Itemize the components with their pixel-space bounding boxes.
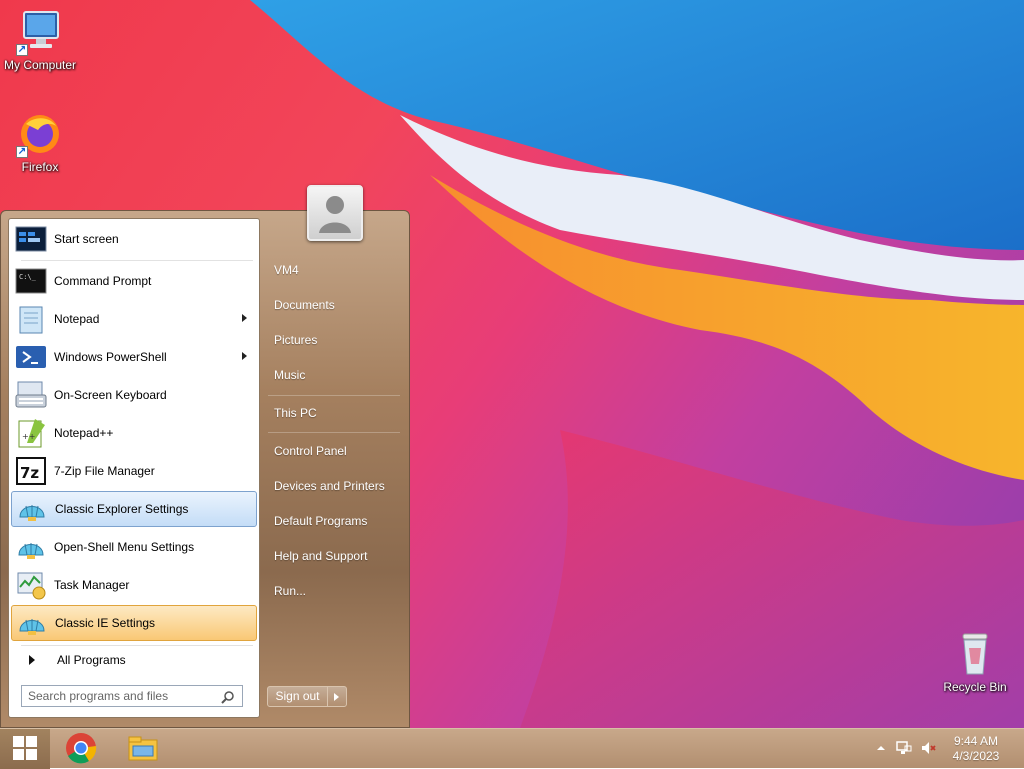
link-documents[interactable]: Documents bbox=[262, 290, 402, 320]
program-label: Windows PowerShell bbox=[54, 350, 167, 364]
separator bbox=[21, 260, 253, 261]
submenu-arrow-icon bbox=[242, 352, 247, 360]
link-music[interactable]: Music bbox=[262, 360, 402, 390]
shortcut-arrow-icon: ↗ bbox=[16, 44, 28, 56]
network-icon[interactable] bbox=[896, 740, 912, 759]
program-label: Classic Explorer Settings bbox=[55, 502, 189, 516]
notepad-plus-plus-icon: ++ bbox=[15, 417, 47, 449]
link-run[interactable]: Run... bbox=[262, 576, 402, 606]
powershell-icon bbox=[15, 341, 47, 373]
desktop-icon-label: Firefox bbox=[21, 160, 59, 174]
start-menu-program-list: Start screen C:\_ Command Prompt Notepad… bbox=[8, 218, 260, 718]
program-label: Notepad bbox=[54, 312, 100, 326]
separator bbox=[268, 432, 400, 433]
program-on-screen-keyboard[interactable]: On-Screen Keyboard bbox=[11, 377, 257, 413]
taskbar: 9:44 AM 4/3/2023 bbox=[0, 728, 1024, 769]
sign-out-label: Sign out bbox=[268, 687, 328, 706]
all-programs-label: All Programs bbox=[57, 653, 126, 667]
user-avatar-icon[interactable] bbox=[307, 185, 363, 241]
computer-icon: ↗ bbox=[16, 8, 64, 56]
start-button[interactable] bbox=[0, 729, 50, 769]
program-label: On-Screen Keyboard bbox=[54, 388, 167, 402]
shortcut-arrow-icon: ↗ bbox=[16, 146, 28, 158]
program-label: Command Prompt bbox=[54, 274, 152, 288]
task-manager-icon bbox=[15, 569, 47, 601]
firefox-icon: ↗ bbox=[16, 110, 64, 158]
separator bbox=[21, 645, 253, 646]
program-classic-ie-settings[interactable]: Classic IE Settings bbox=[11, 605, 257, 641]
link-pictures[interactable]: Pictures bbox=[262, 325, 402, 355]
link-user-folder[interactable]: VM4 bbox=[262, 255, 402, 285]
expand-arrow-icon bbox=[29, 655, 35, 665]
program-command-prompt[interactable]: C:\_ Command Prompt bbox=[11, 263, 257, 299]
program-label: 7-Zip File Manager bbox=[54, 464, 155, 478]
link-this-pc[interactable]: This PC bbox=[262, 398, 402, 428]
svg-text:C:\_: C:\_ bbox=[19, 273, 37, 281]
program-start-screen[interactable]: Start screen bbox=[11, 221, 257, 257]
svg-text:7z: 7z bbox=[20, 464, 39, 482]
program-open-shell-menu-settings[interactable]: Open-Shell Menu Settings bbox=[11, 529, 257, 565]
search-input[interactable] bbox=[21, 685, 243, 707]
link-default-programs[interactable]: Default Programs bbox=[262, 506, 402, 536]
taskbar-chrome-button[interactable] bbox=[56, 729, 106, 769]
sign-out-button[interactable]: Sign out bbox=[267, 686, 347, 707]
7zip-icon: 7z bbox=[15, 455, 47, 487]
shutdown-options-arrow-icon[interactable] bbox=[328, 687, 346, 706]
submenu-arrow-icon bbox=[242, 314, 247, 322]
program-notepad[interactable]: Notepad bbox=[11, 301, 257, 337]
shell-icon bbox=[16, 607, 48, 639]
program-label: Classic IE Settings bbox=[55, 616, 156, 630]
program-label: Open-Shell Menu Settings bbox=[54, 540, 195, 554]
link-devices-and-printers[interactable]: Devices and Printers bbox=[262, 471, 402, 501]
link-control-panel[interactable]: Control Panel bbox=[262, 436, 402, 466]
program-classic-explorer-settings[interactable]: Classic Explorer Settings bbox=[11, 491, 257, 527]
program-task-manager[interactable]: Task Manager bbox=[11, 567, 257, 603]
svg-text:++: ++ bbox=[22, 432, 35, 441]
program-notepad-plus-plus[interactable]: ++ Notepad++ bbox=[11, 415, 257, 451]
chrome-icon bbox=[65, 732, 97, 767]
command-prompt-icon: C:\_ bbox=[15, 265, 47, 297]
all-programs-button[interactable]: All Programs bbox=[21, 651, 126, 669]
shell-icon bbox=[16, 493, 48, 525]
system-tray bbox=[876, 729, 936, 769]
link-help-and-support[interactable]: Help and Support bbox=[262, 541, 402, 571]
program-7zip-file-manager[interactable]: 7z 7-Zip File Manager bbox=[11, 453, 257, 489]
start-screen-icon bbox=[15, 223, 47, 255]
desktop-icon-label: Recycle Bin bbox=[943, 680, 1007, 694]
volume-muted-icon[interactable] bbox=[920, 740, 936, 759]
desktop-icon-my-computer[interactable]: ↗ My Computer bbox=[0, 8, 80, 72]
program-label: Start screen bbox=[54, 232, 119, 246]
file-explorer-icon bbox=[127, 732, 159, 767]
windows-logo-icon bbox=[12, 735, 38, 764]
desktop-icon-recycle-bin[interactable]: Recycle Bin bbox=[935, 630, 1015, 694]
clock[interactable]: 9:44 AM 4/3/2023 bbox=[946, 734, 1006, 764]
keyboard-icon bbox=[15, 379, 47, 411]
program-label: Task Manager bbox=[54, 578, 130, 592]
recycle-bin-icon bbox=[951, 630, 999, 678]
program-label: Notepad++ bbox=[54, 426, 114, 440]
program-windows-powershell[interactable]: Windows PowerShell bbox=[11, 339, 257, 375]
clock-date: 4/3/2023 bbox=[952, 749, 1000, 763]
desktop-icon-label: My Computer bbox=[3, 58, 77, 72]
notepad-icon bbox=[15, 303, 47, 335]
taskbar-file-explorer-button[interactable] bbox=[118, 729, 168, 769]
desktop-icon-firefox[interactable]: ↗ Firefox bbox=[0, 110, 80, 174]
show-hidden-icons-icon[interactable] bbox=[876, 742, 886, 756]
shell-icon bbox=[15, 531, 47, 563]
search-icon[interactable] bbox=[221, 690, 235, 704]
separator bbox=[268, 395, 400, 396]
clock-time: 9:44 AM bbox=[953, 734, 999, 748]
